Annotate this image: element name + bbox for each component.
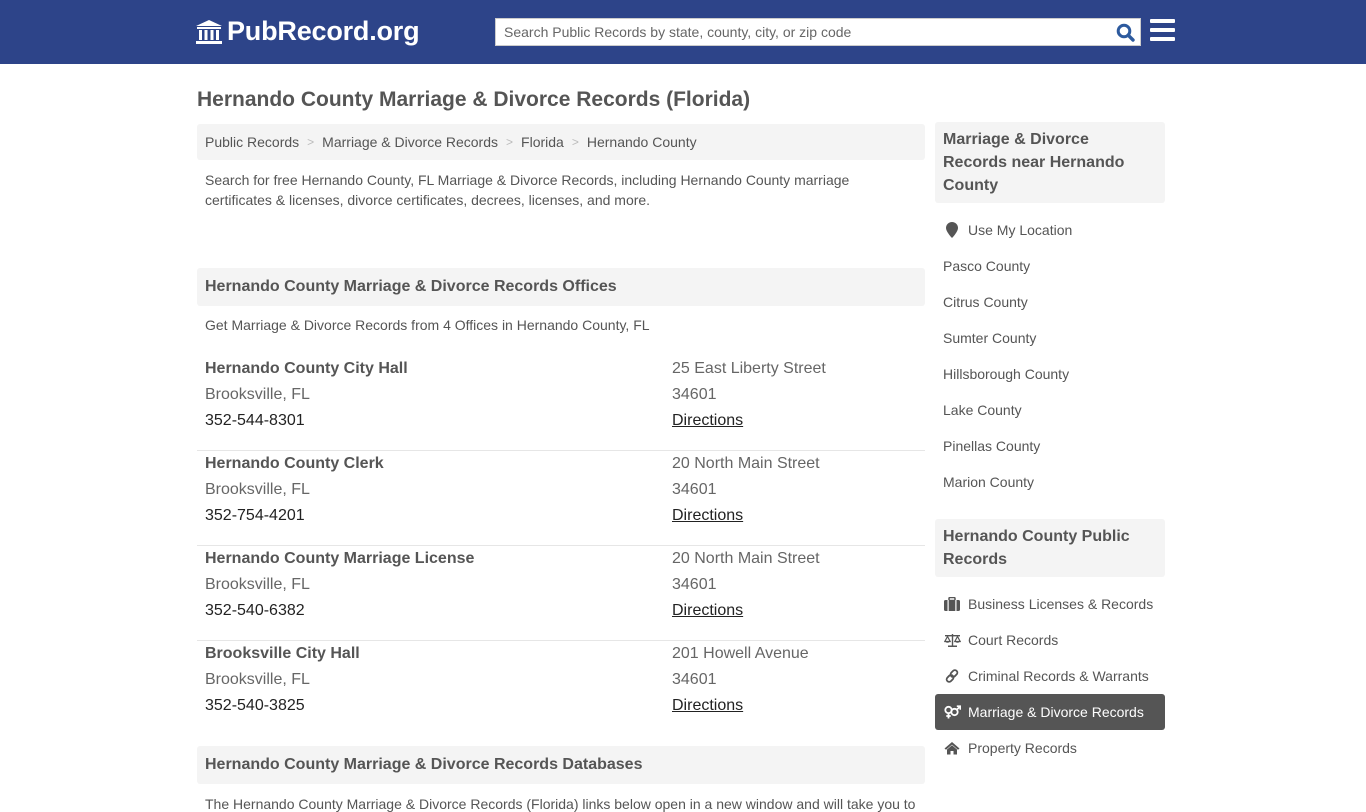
sidebar-item-label: Property Records <box>968 740 1077 756</box>
link-icon <box>943 669 961 683</box>
search-input[interactable] <box>496 19 1110 45</box>
main-content: Public Records > Marriage & Divorce Reco… <box>197 124 925 812</box>
map-marker-icon <box>943 222 961 238</box>
search-button[interactable] <box>1110 19 1140 45</box>
office-street: 201 Howell Avenue <box>672 645 809 662</box>
office-city: Brooksville, FL <box>205 481 310 498</box>
office-street: 20 North Main Street <box>672 550 820 567</box>
office-phone[interactable]: 352-544-8301 <box>205 408 672 434</box>
office-name: Hernando County Marriage License <box>205 550 475 567</box>
breadcrumb-florida[interactable]: Florida <box>521 134 564 150</box>
directions-link[interactable]: Directions <box>672 507 743 524</box>
offices-subtitle: Get Marriage & Divorce Records from 4 Of… <box>205 317 650 333</box>
county-link-lake[interactable]: Lake County <box>935 392 1165 428</box>
office-item: Hernando County Clerk Brooksville, FL 35… <box>197 451 925 546</box>
sidebar-item-label: Court Records <box>968 632 1059 648</box>
nearby-records-title: Marriage & Divorce Records near Hernando… <box>935 122 1165 203</box>
county-link-sumter[interactable]: Sumter County <box>935 320 1165 356</box>
sidebar: Marriage & Divorce Records near Hernando… <box>935 122 1165 776</box>
directions-link[interactable]: Directions <box>672 602 743 619</box>
search-bar <box>495 18 1141 46</box>
sidebar-item-court-records[interactable]: Court Records <box>935 622 1165 658</box>
databases-section-title: Hernando County Marriage & Divorce Recor… <box>197 746 925 784</box>
site-header: PubRecord.org <box>0 0 1366 64</box>
office-phone[interactable]: 352-540-3825 <box>205 693 672 719</box>
office-item: Hernando County City Hall Brooksville, F… <box>197 356 925 451</box>
databases-intro-text: The Hernando County Marriage & Divorce R… <box>205 796 916 812</box>
office-name: Brooksville City Hall <box>205 645 360 662</box>
directions-link[interactable]: Directions <box>672 697 743 714</box>
office-city: Brooksville, FL <box>205 386 310 403</box>
menu-bar <box>1150 37 1175 41</box>
county-link-pinellas[interactable]: Pinellas County <box>935 428 1165 464</box>
county-link-citrus[interactable]: Citrus County <box>935 284 1165 320</box>
menu-bar <box>1150 28 1175 32</box>
county-link-hillsborough[interactable]: Hillsborough County <box>935 356 1165 392</box>
nearby-county-list: Use My Location Pasco County Citrus Coun… <box>935 203 1165 510</box>
breadcrumb: Public Records > Marriage & Divorce Reco… <box>197 124 925 160</box>
gender-icon <box>943 705 961 719</box>
county-public-records-title: Hernando County Public Records <box>935 519 1165 577</box>
use-my-location-label: Use My Location <box>968 222 1073 238</box>
menu-bar <box>1150 19 1175 23</box>
office-zip: 34601 <box>672 386 717 403</box>
sidebar-item-business-licenses[interactable]: Business Licenses & Records <box>935 586 1165 622</box>
logo-text: PubRecord.org <box>227 16 420 46</box>
hamburger-menu-button[interactable] <box>1150 19 1175 41</box>
sidebar-item-criminal-records[interactable]: Criminal Records & Warrants <box>935 658 1165 694</box>
site-logo[interactable]: PubRecord.org <box>195 16 420 47</box>
office-phone[interactable]: 352-754-4201 <box>205 503 672 529</box>
office-zip: 34601 <box>672 576 717 593</box>
office-name: Hernando County Clerk <box>205 455 384 472</box>
public-records-list: Business Licenses & Records Court Record… <box>935 577 1165 776</box>
office-street: 20 North Main Street <box>672 455 820 472</box>
breadcrumb-marriage-divorce[interactable]: Marriage & Divorce Records <box>322 134 498 150</box>
breadcrumb-separator: > <box>506 135 514 149</box>
sidebar-item-label: Business Licenses & Records <box>968 596 1154 612</box>
search-icon <box>1116 23 1135 42</box>
office-list: Hernando County City Hall Brooksville, F… <box>197 353 925 736</box>
sidebar-item-label: Marriage & Divorce Records <box>968 704 1144 720</box>
offices-section-title: Hernando County Marriage & Divorce Recor… <box>197 268 925 306</box>
office-name: Hernando County City Hall <box>205 360 408 377</box>
office-zip: 34601 <box>672 481 717 498</box>
office-city: Brooksville, FL <box>205 671 310 688</box>
sidebar-item-marriage-divorce[interactable]: Marriage & Divorce Records <box>935 694 1165 730</box>
breadcrumb-separator: > <box>571 135 579 149</box>
sidebar-item-label: Criminal Records & Warrants <box>968 668 1149 684</box>
office-city: Brooksville, FL <box>205 576 310 593</box>
office-item: Brooksville City Hall Brooksville, FL 35… <box>197 641 925 736</box>
office-street: 25 East Liberty Street <box>672 360 826 377</box>
office-item: Hernando County Marriage License Brooksv… <box>197 546 925 641</box>
briefcase-icon <box>943 597 961 611</box>
breadcrumb-hernando-county[interactable]: Hernando County <box>587 134 697 150</box>
use-my-location-link[interactable]: Use My Location <box>935 212 1165 248</box>
intro-text: Search for free Hernando County, FL Marr… <box>205 172 850 208</box>
sidebar-item-property-records[interactable]: Property Records <box>935 730 1165 766</box>
scale-icon <box>943 633 961 647</box>
directions-link[interactable]: Directions <box>672 412 743 429</box>
page-title: Hernando County Marriage & Divorce Recor… <box>197 88 751 111</box>
county-link-pasco[interactable]: Pasco County <box>935 248 1165 284</box>
county-link-marion[interactable]: Marion County <box>935 464 1165 500</box>
office-zip: 34601 <box>672 671 717 688</box>
courthouse-icon <box>196 19 222 44</box>
breadcrumb-public-records[interactable]: Public Records <box>205 134 299 150</box>
home-icon <box>943 741 961 755</box>
office-phone[interactable]: 352-540-6382 <box>205 598 672 624</box>
breadcrumb-separator: > <box>307 135 315 149</box>
